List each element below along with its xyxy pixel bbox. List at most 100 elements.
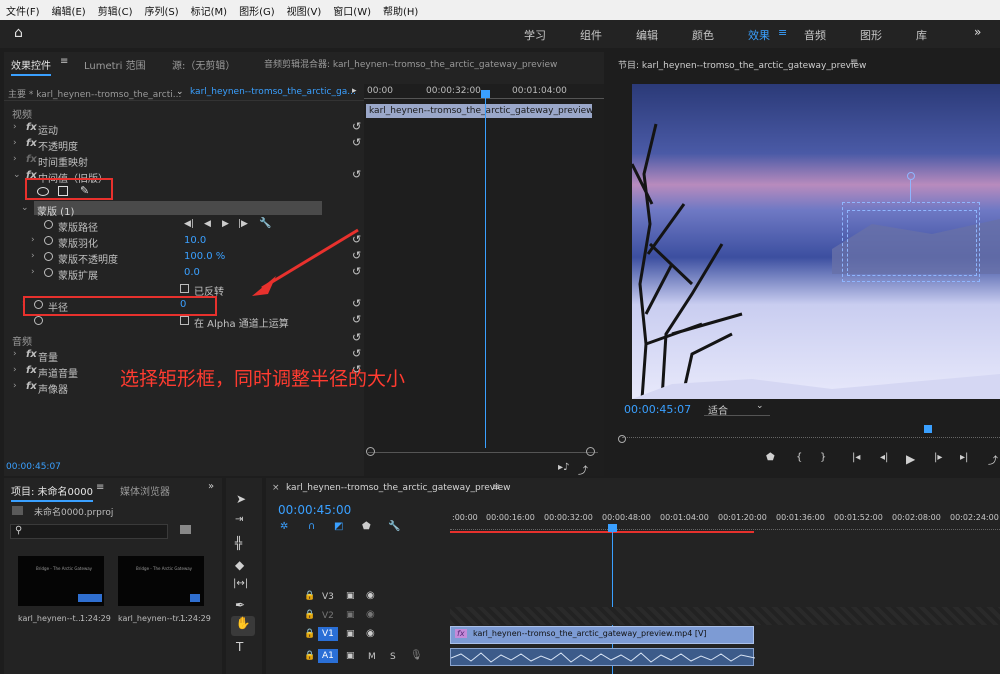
project-item-1[interactable]: Bridge - The Arctic Gateway <box>18 556 104 606</box>
ws-editing[interactable]: 编辑 <box>636 27 658 43</box>
stopwatch-icon[interactable] <box>34 316 43 325</box>
lock-icon[interactable]: 🔒 <box>304 651 315 661</box>
ws-color[interactable]: 颜色 <box>692 27 714 43</box>
fit-dropdown[interactable]: 适合 ⌄ <box>704 401 770 417</box>
effect-time-remap[interactable]: › fx 时间重映射 <box>4 152 366 169</box>
panel-menu-icon[interactable]: ≡ <box>96 482 104 493</box>
selection-tool-icon[interactable]: ➤ <box>236 492 246 506</box>
mute-button[interactable]: M <box>368 652 376 662</box>
toggle-sync-icon[interactable]: ▣ <box>346 651 355 661</box>
mini-clip-bar[interactable]: karl_heynen--tromso_the_arctic_gateway_p… <box>366 104 592 118</box>
chevron-down-icon[interactable]: ⌄ <box>21 203 29 213</box>
work-area-bar[interactable] <box>450 531 754 533</box>
chevron-right-icon[interactable]: › <box>31 267 35 277</box>
ws-libraries[interactable]: 库 <box>916 27 927 43</box>
menu-help[interactable]: 帮助(H) <box>383 3 418 18</box>
effect-timecode[interactable]: 00:00:45:07 <box>6 462 61 472</box>
stopwatch-icon[interactable] <box>44 220 53 229</box>
tab-lumetri-scopes[interactable]: Lumetri 范围 <box>84 57 146 72</box>
timeline-timecode[interactable]: 00:00:45:00 <box>278 503 351 517</box>
mask-feather-value[interactable]: 10.0 <box>184 235 206 246</box>
panel-menu-icon[interactable]: ≡ <box>850 57 858 68</box>
linked-selection-icon[interactable]: ◩ <box>334 521 343 532</box>
hand-tool-icon[interactable]: ✋ <box>231 616 255 636</box>
razor-tool-icon[interactable]: ◆ <box>235 558 244 572</box>
mark-out-icon[interactable]: } <box>820 452 826 463</box>
ws-effects[interactable]: 效果 <box>748 27 770 43</box>
step-forward-icon[interactable]: |▸ <box>934 452 942 463</box>
lock-icon[interactable]: 🔒 <box>304 591 315 601</box>
chevron-right-icon[interactable]: › <box>13 381 17 391</box>
mini-playhead-handle[interactable] <box>481 90 490 98</box>
effect-opacity[interactable]: › fx 不透明度 ↺ <box>4 136 366 153</box>
program-playhead[interactable] <box>924 425 932 433</box>
toggle-sync-icon[interactable]: ▣ <box>346 629 355 639</box>
step-back-icon[interactable]: ◂| <box>880 452 888 463</box>
scroll-handle-left[interactable] <box>618 435 626 443</box>
project-item-2[interactable]: Bridge - The Arctic Gateway <box>118 556 204 606</box>
ws-learn[interactable]: 学习 <box>524 27 546 43</box>
menu-file[interactable]: 文件(F) <box>6 3 40 18</box>
mask-handle-rotate[interactable] <box>907 172 915 180</box>
timeline-title[interactable]: karl_heynen--tromso_the_arctic_gateway_p… <box>286 483 510 493</box>
chevron-right-icon[interactable]: › <box>13 349 17 359</box>
menu-view[interactable]: 视图(V) <box>287 3 322 18</box>
effect-motion[interactable]: › fx 运动 ↺ <box>4 120 366 137</box>
track-select-tool-icon[interactable]: ⇥ <box>235 514 243 525</box>
menu-clip[interactable]: 剪辑(C) <box>98 3 133 18</box>
reset-icon[interactable]: ↺ <box>352 314 363 325</box>
stopwatch-icon[interactable] <box>44 252 53 261</box>
menu-window[interactable]: 窗口(W) <box>333 3 371 18</box>
play-icon[interactable]: ▶ <box>906 452 915 466</box>
clip-label[interactable]: karl_heynen--tromso_the_arctic_ga... <box>190 87 356 97</box>
toggle-sync-icon[interactable]: ▣ <box>346 610 355 620</box>
more-panels-icon[interactable]: » <box>208 481 214 492</box>
more-workspaces-icon[interactable]: » <box>974 25 981 39</box>
alpha-checkbox[interactable] <box>180 316 189 325</box>
play-only-icon[interactable]: ▸ <box>352 86 357 96</box>
reset-icon[interactable]: ↺ <box>352 137 363 148</box>
timeline-ruler[interactable]: :00:00 00:00:16:00 00:00:32:00 00:00:48:… <box>450 512 1000 533</box>
mask-header[interactable]: ⌄ 蒙版 (1) <box>4 201 366 218</box>
stopwatch-icon[interactable] <box>44 236 53 245</box>
effect-volume[interactable]: › fx 音量 ↺ <box>4 347 366 364</box>
go-to-out-icon[interactable]: ▸| <box>960 452 968 463</box>
mic-icon[interactable]: 🎙 <box>410 650 423 661</box>
mini-scroll-track[interactable] <box>368 452 598 453</box>
panel-menu-icon[interactable]: ≡ <box>60 56 68 67</box>
ws-assembly[interactable]: 组件 <box>580 27 602 43</box>
wrench-icon[interactable]: 🔧 <box>388 521 400 532</box>
new-bin-icon[interactable] <box>180 525 191 534</box>
panel-menu-icon[interactable]: ≡ <box>492 482 500 493</box>
add-marker-icon[interactable]: ⬟ <box>362 521 371 532</box>
solo-button[interactable]: S <box>390 652 396 662</box>
reset-icon[interactable]: ↺ <box>352 348 363 359</box>
reset-icon[interactable]: ↺ <box>352 121 363 132</box>
chevron-right-icon[interactable]: › <box>31 235 35 245</box>
lock-icon[interactable]: 🔒 <box>304 629 315 639</box>
tab-media-browser[interactable]: 媒体浏览器 <box>120 483 170 498</box>
menu-lines-icon[interactable]: ≡ <box>778 26 787 39</box>
chevron-right-icon[interactable]: › <box>13 122 17 132</box>
slip-tool-icon[interactable]: |↔| <box>233 578 248 589</box>
chevron-right-icon[interactable]: › <box>13 138 17 148</box>
tab-effect-controls[interactable]: 效果控件 <box>11 57 51 76</box>
video-clip[interactable]: fx karl_heynen--tromso_the_arctic_gatewa… <box>450 626 754 644</box>
mask-handle-top[interactable] <box>910 180 911 202</box>
menu-edit[interactable]: 编辑(E) <box>52 3 86 18</box>
snap-icon[interactable]: ∩ <box>308 521 315 532</box>
pen-tool-icon[interactable]: ✒ <box>235 598 245 612</box>
chevron-right-icon[interactable]: › <box>13 154 17 164</box>
menu-graphics[interactable]: 图形(G) <box>239 3 275 18</box>
scroll-handle-left[interactable] <box>366 447 375 456</box>
export-frame-icon[interactable]: ⤴ <box>578 462 588 477</box>
chevron-down-icon[interactable]: ⌄ <box>176 87 184 97</box>
program-timecode[interactable]: 00:00:45:07 <box>624 403 691 416</box>
mask-expand-value[interactable]: 0.0 <box>184 267 200 278</box>
export-frame-icon[interactable]: ⤴ <box>988 452 998 467</box>
home-icon[interactable]: ⌂ <box>14 25 23 41</box>
ws-audio[interactable]: 音频 <box>804 27 826 43</box>
inverted-checkbox[interactable] <box>180 284 189 293</box>
program-scrubber[interactable] <box>622 432 1000 438</box>
scroll-handle-right[interactable] <box>586 447 595 456</box>
